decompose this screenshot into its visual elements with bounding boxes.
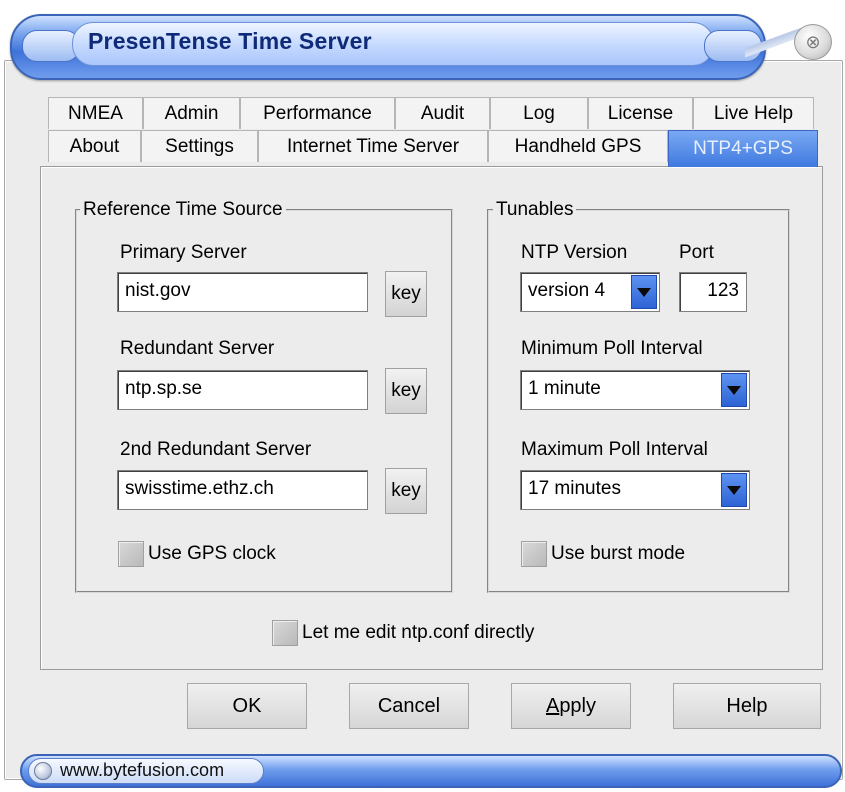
edit-ntp-conf-label: Let me edit ntp.conf directly	[302, 622, 535, 643]
port-field[interactable]: 123	[679, 272, 747, 312]
minimum-poll-interval-label: Minimum Poll Interval	[521, 338, 703, 359]
close-button[interactable]: ⊗	[794, 24, 832, 60]
port-label: Port	[679, 242, 714, 263]
primary-server-key-button[interactable]: key	[385, 271, 427, 317]
second-redundant-server-key-button[interactable]: key	[385, 468, 427, 514]
cancel-button[interactable]: Cancel	[349, 683, 469, 729]
tab-audit[interactable]: Audit	[395, 97, 490, 129]
tab-internet-time-server[interactable]: Internet Time Server	[258, 130, 488, 162]
ntp-version-value: version 4	[528, 280, 606, 301]
status-url-link[interactable]: www.bytefusion.com	[60, 760, 224, 781]
tab-license[interactable]: License	[588, 97, 693, 129]
ntp-version-select[interactable]: version 4	[520, 272, 660, 312]
chevron-down-icon[interactable]	[631, 275, 657, 309]
apply-label: pply	[559, 694, 597, 717]
tunables-legend: Tunables	[493, 199, 577, 221]
checkbox-box	[272, 620, 298, 646]
minimum-poll-interval-value: 1 minute	[528, 378, 601, 399]
tab-performance[interactable]: Performance	[240, 97, 395, 129]
minimum-poll-interval-select[interactable]: 1 minute	[520, 370, 750, 410]
primary-server-field[interactable]: nist.gov	[117, 272, 368, 312]
checkbox-box	[118, 541, 144, 567]
redundant-server-label: Redundant Server	[120, 338, 275, 359]
tab-about[interactable]: About	[48, 130, 141, 162]
globe-icon	[34, 762, 52, 780]
tab-log[interactable]: Log	[490, 97, 588, 129]
maximum-poll-interval-label: Maximum Poll Interval	[521, 439, 708, 460]
use-burst-mode-label: Use burst mode	[551, 543, 686, 564]
ntp-version-label: NTP Version	[521, 242, 628, 263]
redundant-server-key-button[interactable]: key	[385, 368, 427, 414]
checkbox-box	[521, 541, 547, 567]
tab-admin[interactable]: Admin	[143, 97, 240, 129]
redundant-server-field[interactable]: ntp.sp.se	[117, 370, 368, 410]
reference-time-source-legend: Reference Time Source	[80, 199, 286, 221]
window-title: PresenTense Time Server	[88, 28, 372, 54]
maximum-poll-interval-value: 17 minutes	[528, 478, 621, 499]
ok-button[interactable]: OK	[187, 683, 307, 729]
app-window: PresenTense Time Server ⊗ NMEA Admin Per…	[0, 0, 845, 792]
apply-mnemonic: A	[545, 694, 560, 717]
close-icon: ⊗	[805, 31, 821, 52]
use-gps-clock-checkbox[interactable]: Use GPS clock	[118, 541, 276, 567]
maximum-poll-interval-select[interactable]: 17 minutes	[520, 470, 750, 510]
second-redundant-server-field[interactable]: swisstime.ethz.ch	[117, 470, 368, 510]
chevron-down-icon[interactable]	[721, 373, 747, 407]
tab-settings[interactable]: Settings	[141, 130, 258, 162]
tab-handheld-gps[interactable]: Handheld GPS	[488, 130, 668, 162]
primary-server-label: Primary Server	[120, 242, 247, 263]
help-button[interactable]: Help	[673, 683, 821, 729]
tab-ntp4-gps[interactable]: NTP4+GPS	[668, 130, 818, 167]
tab-live-help[interactable]: Live Help	[693, 97, 814, 129]
tab-nmea[interactable]: NMEA	[48, 97, 143, 129]
use-gps-clock-label: Use GPS clock	[148, 543, 276, 564]
second-redundant-server-label: 2nd Redundant Server	[120, 439, 312, 460]
apply-button[interactable]: Apply	[511, 683, 631, 729]
use-burst-mode-checkbox[interactable]: Use burst mode	[521, 541, 685, 567]
chevron-down-icon[interactable]	[721, 473, 747, 507]
edit-ntp-conf-checkbox[interactable]: Let me edit ntp.conf directly	[272, 620, 534, 646]
